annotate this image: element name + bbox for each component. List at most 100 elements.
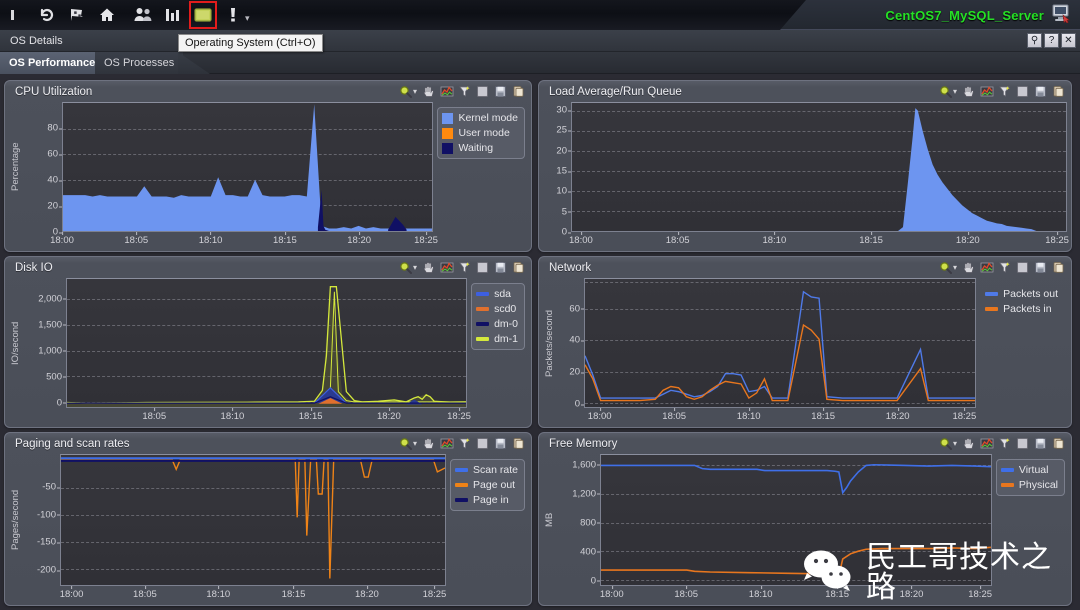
filter-funnel-icon[interactable]	[456, 84, 473, 100]
panel-body-paging: Pages/second -50 -100 -150 -200 18:00 18…	[5, 454, 531, 604]
plot-area-network[interactable]	[584, 278, 977, 408]
pan-hand-icon[interactable]	[420, 436, 437, 452]
plot-area-memory[interactable]	[600, 454, 992, 586]
save-disk-icon[interactable]	[492, 436, 509, 452]
legend-label: Kernel mode	[458, 112, 518, 124]
pan-hand-icon[interactable]	[960, 84, 977, 100]
alert-icon[interactable]	[220, 2, 246, 28]
legend-item[interactable]: Physical	[1000, 479, 1058, 491]
back-icon[interactable]	[4, 2, 30, 28]
x-tick: 18:20	[376, 408, 401, 422]
stop-square-icon[interactable]	[1014, 436, 1031, 452]
legend-label: Waiting	[458, 142, 494, 154]
filter-funnel-icon[interactable]	[996, 84, 1013, 100]
save-disk-icon[interactable]	[492, 260, 509, 276]
pan-hand-icon[interactable]	[960, 260, 977, 276]
legend-item[interactable]: User mode	[442, 127, 518, 139]
save-disk-icon[interactable]	[1032, 260, 1049, 276]
zoom-tool-icon[interactable]	[937, 260, 954, 276]
monitor-icon[interactable]	[1050, 3, 1072, 28]
legend-label: Scan rate	[473, 464, 518, 476]
chart-type-icon[interactable]	[978, 436, 995, 452]
flag-icon[interactable]	[64, 2, 90, 28]
y-tick: 500	[46, 371, 66, 383]
legend-item[interactable]: Virtual	[1000, 464, 1058, 476]
legend-swatch	[442, 142, 454, 154]
stop-square-icon[interactable]	[1014, 84, 1031, 100]
legend-item[interactable]: dm-0	[476, 318, 518, 330]
chart-type-icon[interactable]	[438, 260, 455, 276]
tab-os-processes[interactable]: OS Processes	[95, 52, 184, 74]
save-disk-icon[interactable]	[1032, 436, 1049, 452]
help-window-button[interactable]: ?	[1044, 33, 1059, 48]
bar-chart-icon[interactable]	[160, 2, 186, 28]
panel-load-average: Load Average/Run Queue ▾ 0 5 10 15 20 25…	[538, 80, 1072, 252]
pan-hand-icon[interactable]	[420, 260, 437, 276]
operating-system-icon[interactable]	[189, 1, 217, 29]
zoom-tool-icon[interactable]	[397, 260, 414, 276]
chart-type-icon[interactable]	[438, 84, 455, 100]
legend-item[interactable]: Packets out	[985, 288, 1058, 300]
zoom-tool-icon[interactable]	[397, 84, 414, 100]
zoom-dropdown-caret[interactable]: ▾	[413, 439, 417, 448]
panel-title-disk: Disk IO	[15, 261, 53, 274]
zoom-dropdown-caret[interactable]: ▾	[953, 439, 957, 448]
chart-type-icon[interactable]	[978, 260, 995, 276]
filter-funnel-icon[interactable]	[456, 436, 473, 452]
copy-clipboard-icon[interactable]	[510, 84, 527, 100]
copy-clipboard-icon[interactable]	[510, 260, 527, 276]
tab-os-performance[interactable]: OS Performance	[0, 52, 106, 74]
filter-funnel-icon[interactable]	[456, 260, 473, 276]
legend-label: Page out	[473, 479, 516, 491]
legend-item[interactable]: Kernel mode	[442, 112, 518, 124]
zoom-dropdown-caret[interactable]: ▾	[413, 87, 417, 96]
plot-area-load[interactable]	[571, 102, 1067, 232]
x-tick: 18:00	[50, 232, 74, 246]
zoom-window-button[interactable]: ⚲	[1027, 33, 1042, 48]
x-tick: 18:10	[198, 232, 223, 246]
legend-label: Physical	[1018, 479, 1058, 491]
filter-funnel-icon[interactable]	[996, 436, 1013, 452]
copy-clipboard-icon[interactable]	[1050, 436, 1067, 452]
filter-funnel-icon[interactable]	[996, 260, 1013, 276]
panel-body-cpu: Percentage 0 20 40 60 80 18:00 18:05 18:…	[5, 102, 531, 250]
zoom-tool-icon[interactable]	[937, 84, 954, 100]
stop-square-icon[interactable]	[474, 260, 491, 276]
legend-item[interactable]: Waiting	[442, 142, 518, 154]
legend-swatch	[1000, 468, 1014, 472]
plot-area-paging[interactable]	[60, 454, 447, 586]
chart-type-icon[interactable]	[978, 84, 995, 100]
stop-square-icon[interactable]	[474, 436, 491, 452]
zoom-tool-icon[interactable]	[937, 436, 954, 452]
zoom-dropdown-caret[interactable]: ▾	[953, 87, 957, 96]
zoom-dropdown-caret[interactable]: ▾	[953, 263, 957, 272]
undo-icon[interactable]	[34, 2, 60, 28]
copy-clipboard-icon[interactable]	[1050, 84, 1067, 100]
legend-item[interactable]: scd0	[476, 303, 518, 315]
copy-clipboard-icon[interactable]	[1050, 260, 1067, 276]
x-tick: 18:05	[133, 586, 157, 600]
x-tick: 18:00	[599, 586, 624, 600]
close-window-button[interactable]: ✕	[1061, 33, 1076, 48]
legend-item[interactable]: Scan rate	[455, 464, 518, 476]
pan-hand-icon[interactable]	[960, 436, 977, 452]
legend-item[interactable]: Page out	[455, 479, 518, 491]
copy-clipboard-icon[interactable]	[510, 436, 527, 452]
save-disk-icon[interactable]	[492, 84, 509, 100]
zoom-tool-icon[interactable]	[397, 436, 414, 452]
save-disk-icon[interactable]	[1032, 84, 1049, 100]
home-icon[interactable]	[94, 2, 120, 28]
legend-item[interactable]: Page in	[455, 494, 518, 506]
pan-hand-icon[interactable]	[420, 84, 437, 100]
stop-square-icon[interactable]	[474, 84, 491, 100]
legend-item[interactable]: sda	[476, 288, 518, 300]
x-tick: 18:05	[665, 232, 690, 246]
legend-item[interactable]: Packets in	[985, 303, 1058, 315]
users-icon[interactable]	[130, 2, 156, 28]
chart-type-icon[interactable]	[438, 436, 455, 452]
stop-square-icon[interactable]	[1014, 260, 1031, 276]
plot-area-cpu[interactable]	[62, 102, 434, 232]
zoom-dropdown-caret[interactable]: ▾	[413, 263, 417, 272]
legend-item[interactable]: dm-1	[476, 333, 518, 345]
plot-area-disk[interactable]	[66, 278, 468, 408]
